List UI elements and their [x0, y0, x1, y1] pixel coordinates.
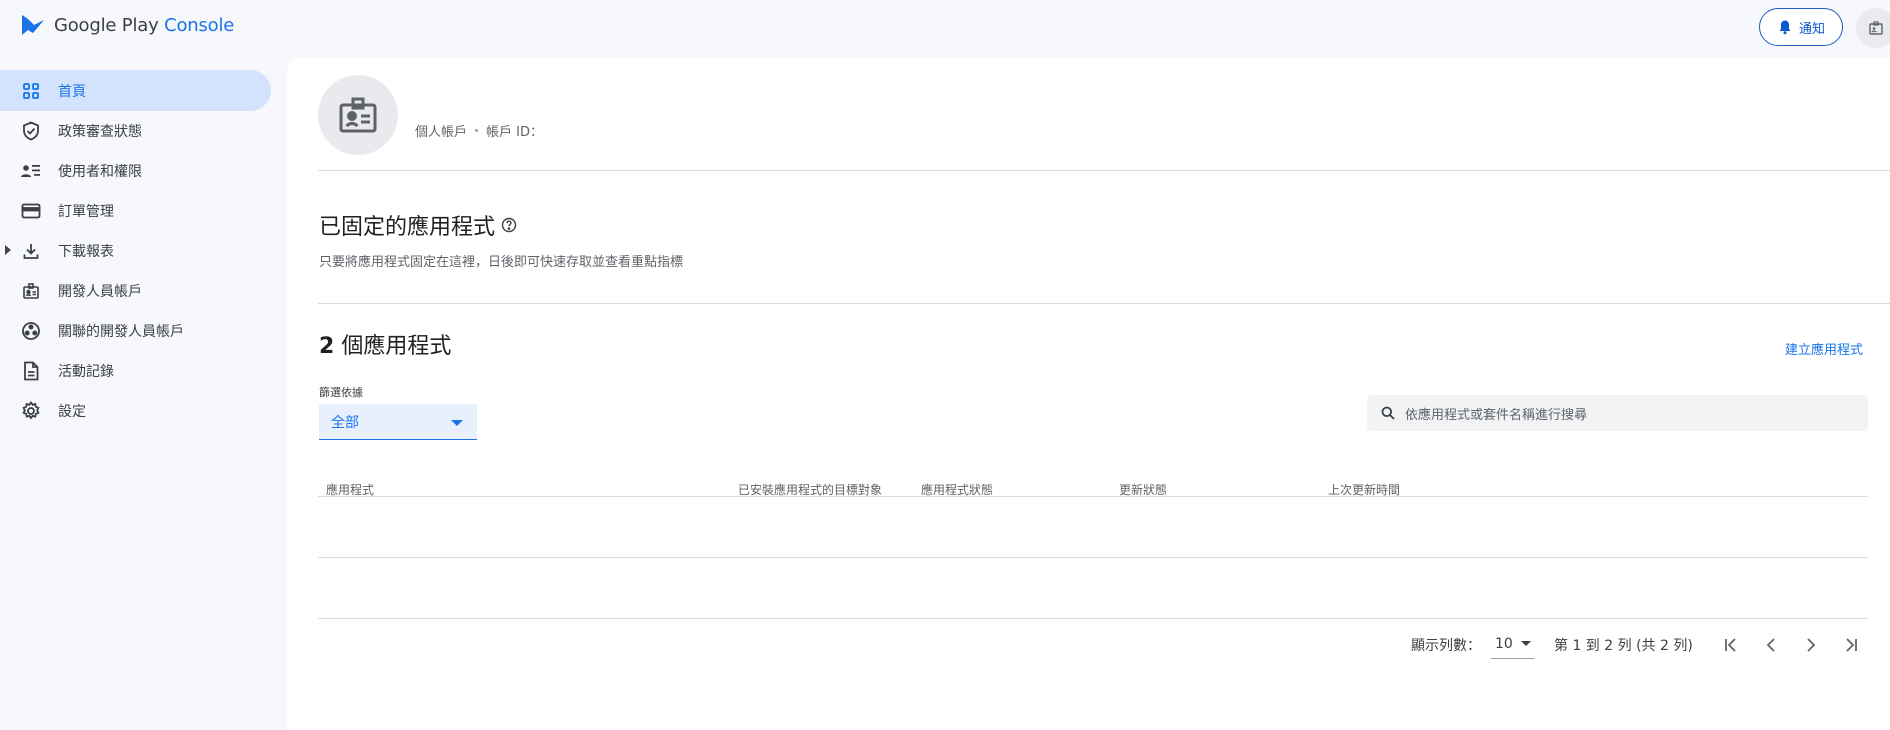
previous-page-button[interactable] [1759, 633, 1783, 657]
rows-per-page-label: 顯示列數： [1411, 638, 1481, 654]
table-row[interactable] [318, 558, 1868, 619]
grid-icon [20, 80, 42, 102]
sidebar-item-users-permissions[interactable]: 使用者和權限 [0, 151, 280, 191]
first-page-icon [1725, 638, 1736, 652]
download-icon [20, 240, 42, 262]
top-app-bar: Google Play Console 通知 [0, 0, 1890, 56]
sidebar: 首頁 政策審查狀態 使用者和權限 訂單管理 下載報表 開發人員帳戶 關聯的開發人… [0, 70, 280, 431]
filter-value: 全部 [331, 414, 359, 431]
sidebar-item-label: 政策審查狀態 [58, 124, 142, 140]
sidebar-item-settings[interactable]: 設定 [0, 391, 280, 431]
account-id-label: 帳戶 ID： [486, 125, 543, 140]
brand-prefix: Google Play [54, 14, 159, 36]
sidebar-item-label: 首頁 [58, 83, 86, 100]
apps-title-suffix: 個應用程式 [341, 334, 452, 359]
apps-count: 2 [319, 334, 335, 359]
brand-name: Google Play Console [54, 15, 234, 36]
sidebar-item-label: 使用者和權限 [58, 164, 142, 180]
sidebar-item-label: 關聯的開發人員帳戶 [58, 324, 184, 340]
sidebar-item-label: 下載報表 [58, 244, 114, 260]
account-type: 個人帳戶 [415, 125, 468, 140]
help-icon[interactable] [501, 217, 517, 233]
last-page-button[interactable] [1839, 633, 1863, 657]
filter-label: 篩選依據 [319, 386, 363, 399]
users-list-icon [20, 160, 42, 182]
account-info: 個人帳戶 帳戶 ID： [415, 121, 543, 140]
notifications-label: 通知 [1798, 21, 1825, 37]
chevron-right-icon [1807, 638, 1816, 652]
sidebar-item-label: 活動記錄 [58, 364, 114, 380]
chevron-left-icon [1766, 638, 1775, 652]
search-placeholder: 依應用程式或套件名稱進行搜尋 [1405, 407, 1588, 423]
id-badge-icon [20, 280, 42, 302]
sidebar-item-label: 設定 [58, 404, 86, 420]
dropdown-arrow-icon [451, 420, 463, 426]
filter-dropdown[interactable]: 全部 [319, 404, 477, 440]
account-switcher-button[interactable] [1856, 8, 1890, 48]
divider [318, 303, 1890, 304]
sidebar-item-linked-developer-accounts[interactable]: 關聯的開發人員帳戶 [0, 311, 280, 351]
sidebar-item-developer-account[interactable]: 開發人員帳戶 [0, 271, 280, 311]
brand-suffix: Console [164, 14, 235, 36]
credit-card-icon [20, 200, 42, 222]
dropdown-arrow-icon [1520, 641, 1531, 646]
sidebar-item-download-reports[interactable]: 下載報表 [0, 231, 280, 271]
pinned-apps-title: 已固定的應用程式 [319, 209, 517, 241]
table-row[interactable] [318, 497, 1868, 558]
sidebar-item-label: 訂單管理 [58, 204, 114, 220]
pinned-apps-heading: 已固定的應用程式 [319, 215, 496, 240]
create-app-link[interactable]: 建立應用程式 [1785, 339, 1863, 358]
search-icon [1381, 406, 1395, 420]
id-badge-icon [1869, 21, 1883, 35]
app-search-input[interactable]: 依應用程式或套件名稱進行搜尋 [1367, 395, 1868, 431]
sidebar-item-policy-status[interactable]: 政策審查狀態 [0, 111, 280, 151]
main-content: 個人帳戶 帳戶 ID： 已固定的應用程式 只要將應用程式固定在這裡，日後即可快速… [287, 57, 1890, 730]
row-divider [318, 618, 1868, 619]
bell-icon [1779, 20, 1791, 35]
last-page-icon [1846, 638, 1857, 652]
next-page-button[interactable] [1799, 633, 1823, 657]
apps-count-title: 2 個應用程式 [319, 328, 451, 360]
play-console-logo[interactable]: Google Play Console [20, 12, 234, 38]
gear-icon [20, 400, 42, 422]
pagination-range: 第 1 到 2 列 (共 2 列) [1554, 638, 1693, 654]
first-page-button[interactable] [1719, 633, 1743, 657]
document-icon [20, 360, 42, 382]
sidebar-item-label: 開發人員帳戶 [58, 284, 142, 300]
sidebar-item-activity-log[interactable]: 活動記錄 [0, 351, 280, 391]
linked-accounts-icon [20, 320, 42, 342]
divider [318, 170, 1890, 171]
expand-arrow-icon[interactable] [5, 245, 11, 255]
account-avatar [318, 75, 398, 155]
separator-dot [475, 129, 479, 132]
notifications-button[interactable]: 通知 [1759, 8, 1843, 46]
rows-per-page-select[interactable]: 10 [1491, 629, 1534, 659]
shield-check-icon [20, 120, 42, 142]
pinned-apps-description: 只要將應用程式固定在這裡，日後即可快速存取並查看重點指標 [319, 255, 684, 270]
play-console-logo-icon [22, 15, 44, 35]
id-badge-icon [339, 97, 377, 133]
rows-per-page-value: 10 [1495, 635, 1513, 652]
sidebar-item-home[interactable]: 首頁 [0, 70, 271, 111]
sidebar-item-order-management[interactable]: 訂單管理 [0, 191, 280, 231]
